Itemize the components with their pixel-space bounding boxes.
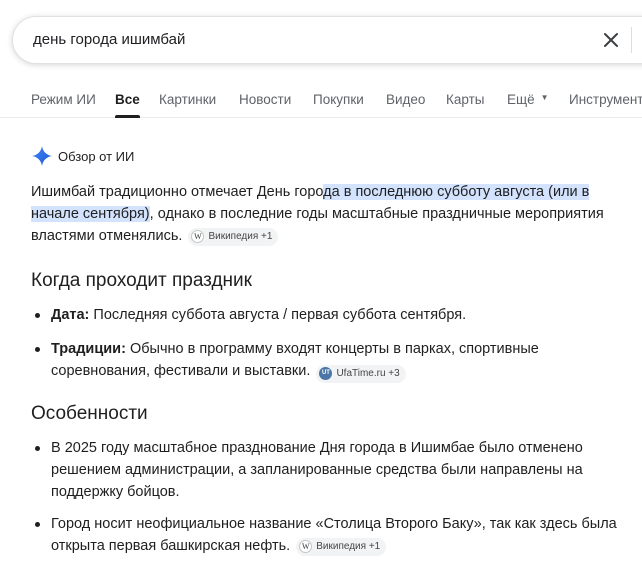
- tab-maps[interactable]: Карты: [446, 84, 484, 118]
- search-input[interactable]: день города ишимбай: [33, 17, 185, 63]
- list-item-text: Последняя суббота августа / первая суббо…: [89, 307, 467, 323]
- list-item: Город носит неофициальное название «Стол…: [31, 513, 621, 557]
- wikipedia-icon: W: [299, 540, 313, 553]
- list-item: В 2025 году масштабное празднование Дня …: [31, 437, 621, 503]
- source-chip-label: UfaTime.ru +3: [336, 367, 400, 379]
- list-item-label: Дата:: [51, 307, 90, 323]
- intro-text-start: Ишимбай традиционно отмечает День горо: [31, 184, 324, 200]
- source-chip-label: Википедия +1: [316, 540, 381, 552]
- section-title-when: Когда проходит праздник: [31, 270, 252, 291]
- list-item: Дата: Последняя суббота августа / первая…: [31, 304, 621, 326]
- tab-news[interactable]: Новости: [239, 84, 291, 118]
- source-chip-label: Википедия +1: [208, 230, 273, 242]
- tab-ai-mode[interactable]: Режим ИИ: [31, 84, 96, 118]
- tab-images[interactable]: Картинки: [159, 84, 216, 118]
- section-when-list: Дата: Последняя суббота августа / первая…: [31, 304, 621, 383]
- section-title-features: Особенности: [31, 403, 148, 424]
- source-chip-wikipedia[interactable]: W Википедия +1: [296, 537, 387, 556]
- chevron-down-icon: ▼: [540, 93, 549, 103]
- source-chip-wikipedia[interactable]: W Википедия +1: [188, 227, 279, 246]
- section-features-list: В 2025 году масштабное празднование Дня …: [31, 437, 621, 557]
- wikipedia-icon: W: [191, 230, 205, 243]
- tab-shopping[interactable]: Покупки: [313, 84, 364, 118]
- ai-sparkle-icon: [32, 146, 52, 166]
- list-item: Традиции: Обычно в программу входят конц…: [31, 338, 621, 383]
- tab-more-label: Ещё: [507, 92, 535, 107]
- tab-more[interactable]: Ещё ▼: [507, 84, 549, 118]
- ai-overview-label: Обзор от ИИ: [58, 148, 135, 164]
- list-item-text: В 2025 году масштабное празднование Дня …: [51, 440, 583, 500]
- search-divider: [631, 27, 632, 53]
- ai-overview-header: Обзор от ИИ: [32, 146, 134, 166]
- tab-videos[interactable]: Видео: [386, 84, 425, 118]
- tab-all[interactable]: Все: [115, 84, 140, 118]
- ai-intro-paragraph: Ишимбай традиционно отмечает День города…: [31, 181, 621, 247]
- list-item-label: Традиции:: [51, 341, 126, 357]
- tab-tools[interactable]: Инструменты: [569, 84, 642, 118]
- source-chip-ufatime[interactable]: UT UfaTime.ru +3: [316, 364, 406, 383]
- close-icon: [604, 33, 618, 47]
- clear-search-button[interactable]: [599, 28, 623, 52]
- search-box[interactable]: день города ишимбай: [12, 16, 642, 64]
- ufatime-icon: UT: [319, 367, 333, 380]
- search-tabs: Режим ИИ Все Картинки Новости Покупки Ви…: [0, 84, 642, 118]
